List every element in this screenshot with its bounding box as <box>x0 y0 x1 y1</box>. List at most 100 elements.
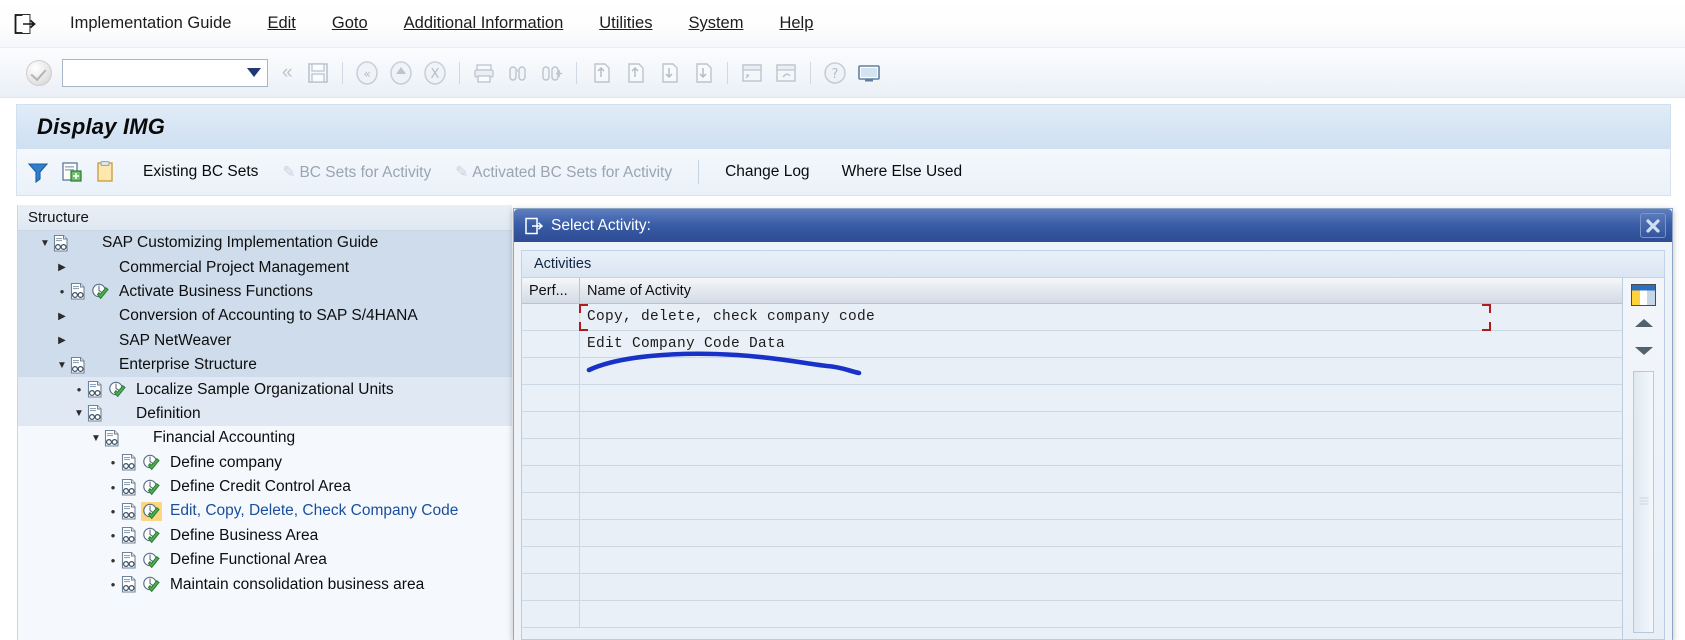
menu-system[interactable]: System <box>670 12 761 35</box>
scroll-down-icon[interactable] <box>1631 339 1657 363</box>
cell-name-of-activity <box>580 358 1622 384</box>
activity-executable-icon[interactable] <box>141 501 162 521</box>
back-icon[interactable]: « <box>352 58 382 88</box>
table-row[interactable] <box>522 601 1622 628</box>
first-page-icon[interactable] <box>586 58 616 88</box>
tree-node[interactable]: ▼ Financial Accounting <box>18 426 512 450</box>
activities-grid: Perf... Name of Activity Copy, delete, c… <box>521 278 1623 640</box>
menu-implementation-guide[interactable]: Implementation Guide <box>52 12 249 35</box>
tree-node[interactable]: ▶ Commercial Project Management <box>18 255 512 280</box>
exit-window-icon[interactable] <box>14 13 38 35</box>
where-else-used-button[interactable]: Where Else Used <box>830 160 975 184</box>
table-row[interactable]: Edit Company Code Data <box>522 331 1622 358</box>
tab-label: Activities <box>534 256 592 272</box>
menu-edit[interactable]: Edit <box>249 12 313 35</box>
activity-executable-icon[interactable] <box>141 453 162 472</box>
tree-node[interactable]: • Define Functional Area <box>18 548 512 572</box>
help-icon[interactable]: ? <box>820 58 850 88</box>
table-row[interactable] <box>522 574 1622 601</box>
table-row[interactable] <box>522 493 1622 520</box>
tree-toggle-collapsed[interactable]: ▶ <box>55 311 69 322</box>
menu-label: Implementation Guide <box>70 14 232 32</box>
tree-toggle-expanded[interactable]: ▼ <box>55 360 69 371</box>
tree-node[interactable]: • Define Business Area <box>18 524 512 548</box>
table-row[interactable] <box>522 520 1622 547</box>
previous-page-icon[interactable] <box>620 58 650 88</box>
table-row[interactable] <box>522 547 1622 574</box>
tree-node[interactable]: ▶ Conversion of Accounting to SAP S/4HANA <box>18 304 512 329</box>
create-shortcut-icon[interactable] <box>771 58 801 88</box>
tree-toggle-expanded[interactable]: ▼ <box>89 433 103 444</box>
column-configuration-icon[interactable] <box>1631 283 1657 307</box>
tree-node[interactable]: • Localize Sample Organizational Units <box>18 377 512 402</box>
find-icon[interactable] <box>503 58 533 88</box>
bc-set-icon: ✎ <box>455 163 469 181</box>
menu-help[interactable]: Help <box>761 12 831 35</box>
tree-toggle-expanded[interactable]: ▼ <box>38 238 52 249</box>
enter-check-icon[interactable] <box>26 59 52 86</box>
cell-name-of-activity <box>580 385 1622 411</box>
vertical-scrollbar[interactable] <box>1633 371 1654 633</box>
table-row[interactable] <box>522 385 1622 412</box>
customize-local-layout-icon[interactable] <box>854 58 884 88</box>
activity-executable-icon[interactable] <box>141 526 162 545</box>
activity-executable-icon[interactable] <box>107 380 128 399</box>
exit-up-icon[interactable] <box>386 58 416 88</box>
last-page-icon[interactable] <box>688 58 718 88</box>
menu-goto[interactable]: Goto <box>314 12 386 35</box>
tab-activities[interactable]: Activities <box>521 250 1665 278</box>
tree-toggle-collapsed[interactable]: ▶ <box>55 335 69 346</box>
tree-node-label: Financial Accounting <box>153 429 296 447</box>
tree-node[interactable]: • Define Credit Control Area <box>18 475 512 499</box>
change-log-button[interactable]: Change Log <box>713 160 821 184</box>
tree-node-label: Enterprise Structure <box>119 356 257 374</box>
existing-bc-sets-button[interactable]: Existing BC Sets <box>131 160 270 184</box>
command-field[interactable] <box>62 58 268 87</box>
next-page-icon[interactable] <box>654 58 684 88</box>
tree-node[interactable]: ▶ SAP NetWeaver <box>18 328 512 353</box>
tree-node[interactable]: • Activate Business Functions <box>18 279 512 305</box>
scroll-up-icon[interactable] <box>1631 311 1657 335</box>
table-row[interactable]: Copy, delete, check company code <box>522 304 1622 331</box>
note-icon[interactable] <box>93 159 119 185</box>
cancel-x-icon[interactable]: X <box>420 58 450 88</box>
activity-executable-icon[interactable] <box>90 282 111 301</box>
menu-additional-information[interactable]: Additional Information <box>386 12 582 35</box>
double-chevron-left-icon[interactable]: « <box>282 63 293 82</box>
table-row[interactable] <box>522 439 1622 466</box>
table-row[interactable] <box>522 466 1622 493</box>
tree-toggle-expanded[interactable]: ▼ <box>72 408 86 419</box>
command-input[interactable] <box>67 60 247 85</box>
tree-node-label: Localize Sample Organizational Units <box>136 380 394 398</box>
save-icon[interactable] <box>303 58 333 88</box>
find-next-icon[interactable] <box>537 58 567 88</box>
create-session-icon[interactable] <box>737 58 767 88</box>
tree-node[interactable]: ▼ Enterprise Structure <box>18 352 512 378</box>
tree-node[interactable]: ▼ SAP Customizing Implementation Guide <box>18 231 512 256</box>
chevron-down-icon[interactable] <box>247 68 261 77</box>
column-header-name-of-activity[interactable]: Name of Activity <box>580 278 1622 303</box>
close-icon[interactable] <box>1640 213 1666 238</box>
filter-icon[interactable] <box>25 159 51 185</box>
page-title: Display IMG <box>37 114 166 139</box>
expand-node-icon[interactable] <box>59 159 85 185</box>
bc-sets-for-activity-button[interactable]: ✎ BC Sets for Activity <box>270 160 443 185</box>
dialog-body: Activities Perf... Name of Activity Copy… <box>514 242 1672 640</box>
tree-node[interactable]: • Edit, Copy, Delete, Check Company Code <box>18 499 512 523</box>
table-row[interactable] <box>522 412 1622 439</box>
print-icon[interactable] <box>469 58 499 88</box>
tree-toggle-collapsed[interactable]: ▶ <box>55 262 69 273</box>
activity-executable-icon[interactable] <box>141 575 162 594</box>
button-label: Activated BC Sets for Activity <box>472 163 673 181</box>
activity-executable-icon[interactable] <box>141 478 162 497</box>
column-header-perf[interactable]: Perf... <box>522 278 580 303</box>
tree-node[interactable]: ▼ Definition <box>18 401 512 427</box>
toolbar-divider <box>458 61 460 84</box>
tree-node[interactable]: • Maintain consolidation business area <box>18 572 512 596</box>
tree-node[interactable]: • Define company <box>18 451 512 475</box>
cell-name-of-activity <box>580 439 1622 465</box>
menu-utilities[interactable]: Utilities <box>581 12 670 35</box>
table-row[interactable] <box>522 358 1622 385</box>
activated-bc-sets-for-activity-button[interactable]: ✎ Activated BC Sets for Activity <box>443 160 684 185</box>
activity-executable-icon[interactable] <box>141 551 162 570</box>
